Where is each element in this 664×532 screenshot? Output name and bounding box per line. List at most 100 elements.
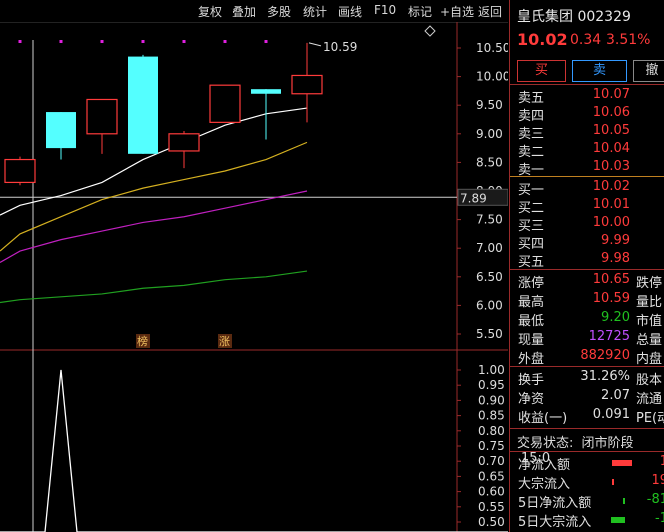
stat-label: 涨停: [518, 276, 545, 291]
fund-label: 净资: [518, 392, 545, 407]
fund-label-2: PE(动: [636, 411, 664, 426]
top-dot: [182, 40, 186, 43]
high-label: 10.59: [323, 40, 357, 54]
event-marker: 涨: [219, 335, 230, 348]
stat-value: 882920: [580, 348, 630, 363]
ytick-label: 10.50: [476, 41, 508, 55]
ytick-label: 6.00: [476, 298, 503, 312]
stat-value: 10.65: [592, 272, 630, 287]
ytick-label: 9.50: [476, 98, 503, 112]
order-level-price: 9.99: [601, 233, 630, 248]
toolbar-item-1[interactable]: 叠加: [232, 3, 256, 20]
top-dot: [141, 40, 145, 43]
stat-value: 10.59: [592, 291, 630, 306]
stock-change: 0.34: [570, 32, 602, 48]
fund-label-2: 流通: [636, 392, 663, 407]
candle-body: [209, 84, 241, 123]
stock-name: 皇氏集团: [517, 9, 573, 25]
ytick-label: 10.00: [476, 70, 508, 84]
candle-body: [46, 112, 76, 149]
toolbar-item-5[interactable]: F10: [374, 3, 396, 17]
order-level-price: 10.03: [592, 159, 630, 174]
order-level-price: 10.04: [592, 141, 630, 156]
order-level-label: 卖二: [518, 145, 545, 160]
candle-body: [291, 74, 323, 95]
crosshair-value-label: 7.89: [460, 191, 487, 205]
stat-label-2: 跌停: [636, 276, 663, 291]
fund-value: 0.091: [592, 407, 630, 422]
toolbar-item-8[interactable]: 返回: [478, 3, 502, 20]
ytick-label: 0.60: [478, 485, 505, 499]
flow-value: -1: [655, 511, 664, 526]
ytick-label: 0.85: [478, 409, 505, 423]
order-level-label: 卖四: [518, 109, 545, 124]
candle-body: [251, 89, 281, 94]
buy-button[interactable]: 买: [517, 60, 566, 82]
ytick-label: 0.95: [478, 378, 505, 392]
candle-body: [4, 158, 36, 184]
ma-line-2: [0, 190, 308, 264]
fund-label: 换手: [518, 373, 545, 388]
order-level-price: 10.00: [592, 215, 630, 230]
fund-value: 2.07: [601, 388, 630, 403]
stat-label: 现量: [518, 333, 545, 348]
order-level-price: 10.06: [592, 105, 630, 120]
stock-code: 002329: [577, 9, 631, 25]
toolbar-item-6[interactable]: 标记: [408, 3, 432, 20]
toolbar-item-4[interactable]: 画线: [338, 3, 362, 20]
ytick-label: 1.00: [478, 363, 505, 377]
toolbar-item-0[interactable]: 复权: [198, 3, 222, 20]
candle-body: [86, 98, 118, 135]
top-dot: [18, 40, 22, 43]
flow-value: -81: [646, 492, 664, 507]
high-pointer: [308, 42, 322, 47]
ytick-label: 0.65: [478, 469, 505, 483]
ytick-label: 0.90: [478, 393, 505, 407]
stock-title: 皇氏集团 002329: [517, 6, 631, 26]
ma-line-1: [0, 141, 308, 252]
ytick-label: 0.70: [478, 454, 505, 468]
flow-label: 5日净流入额: [518, 496, 592, 511]
quote-panel: 皇氏集团 002329 10.02 0.34 3.51% 买 卖 撤 卖五 10.…: [509, 0, 664, 532]
order-level-label: 买五: [518, 255, 545, 270]
stat-label: 最高: [518, 295, 545, 310]
flow-value: 19: [651, 473, 664, 488]
ytick-label: 0.75: [478, 439, 505, 453]
top-dot: [59, 40, 63, 43]
toolbar-item-7[interactable]: +自选: [440, 3, 474, 20]
ytick-label: 7.50: [476, 213, 503, 227]
order-level-label: 买四: [518, 237, 545, 252]
event-marker: 榜: [137, 334, 148, 348]
stat-value: 12725: [588, 329, 630, 344]
toolbar-item-3[interactable]: 统计: [303, 3, 327, 20]
ytick-label: 5.50: [476, 327, 503, 341]
stock-change-pct: 3.51%: [606, 32, 651, 48]
order-level-price: 10.05: [592, 123, 630, 138]
stat-label-2: 量比: [636, 295, 663, 310]
ytick-label: 0.55: [478, 500, 505, 514]
stock-price: 10.02: [517, 30, 568, 49]
candle-body: [128, 56, 158, 154]
fund-label-2: 股本: [636, 373, 663, 388]
flow-label: 净流入额: [518, 458, 571, 473]
toolbar-item-2[interactable]: 多股: [267, 3, 291, 20]
ytick-label: 7.00: [476, 241, 503, 255]
order-level-label: 卖五: [518, 91, 545, 106]
top-dot: [264, 40, 268, 43]
stat-label-2: 总量: [636, 333, 663, 348]
top-dot: [223, 40, 227, 43]
diamond-icon: [424, 25, 436, 37]
flow-label: 大宗流入: [518, 477, 571, 492]
candle-body: [168, 133, 200, 152]
ytick-label: 9.00: [476, 127, 503, 141]
order-level-label: 买一: [518, 183, 545, 198]
order-level-label: 买二: [518, 201, 545, 216]
kline-chart[interactable]: 10.5010.009.509.008.508.007.507.006.506.…: [0, 22, 508, 532]
ytick-label: 8.50: [476, 155, 503, 169]
withdraw-button[interactable]: 撤: [633, 60, 664, 82]
flow-bar: [612, 479, 614, 485]
stat-value: 9.20: [601, 310, 630, 325]
ma-line-3: [0, 270, 308, 304]
fund-value: 31.26%: [580, 369, 630, 384]
sell-button[interactable]: 卖: [572, 60, 627, 82]
